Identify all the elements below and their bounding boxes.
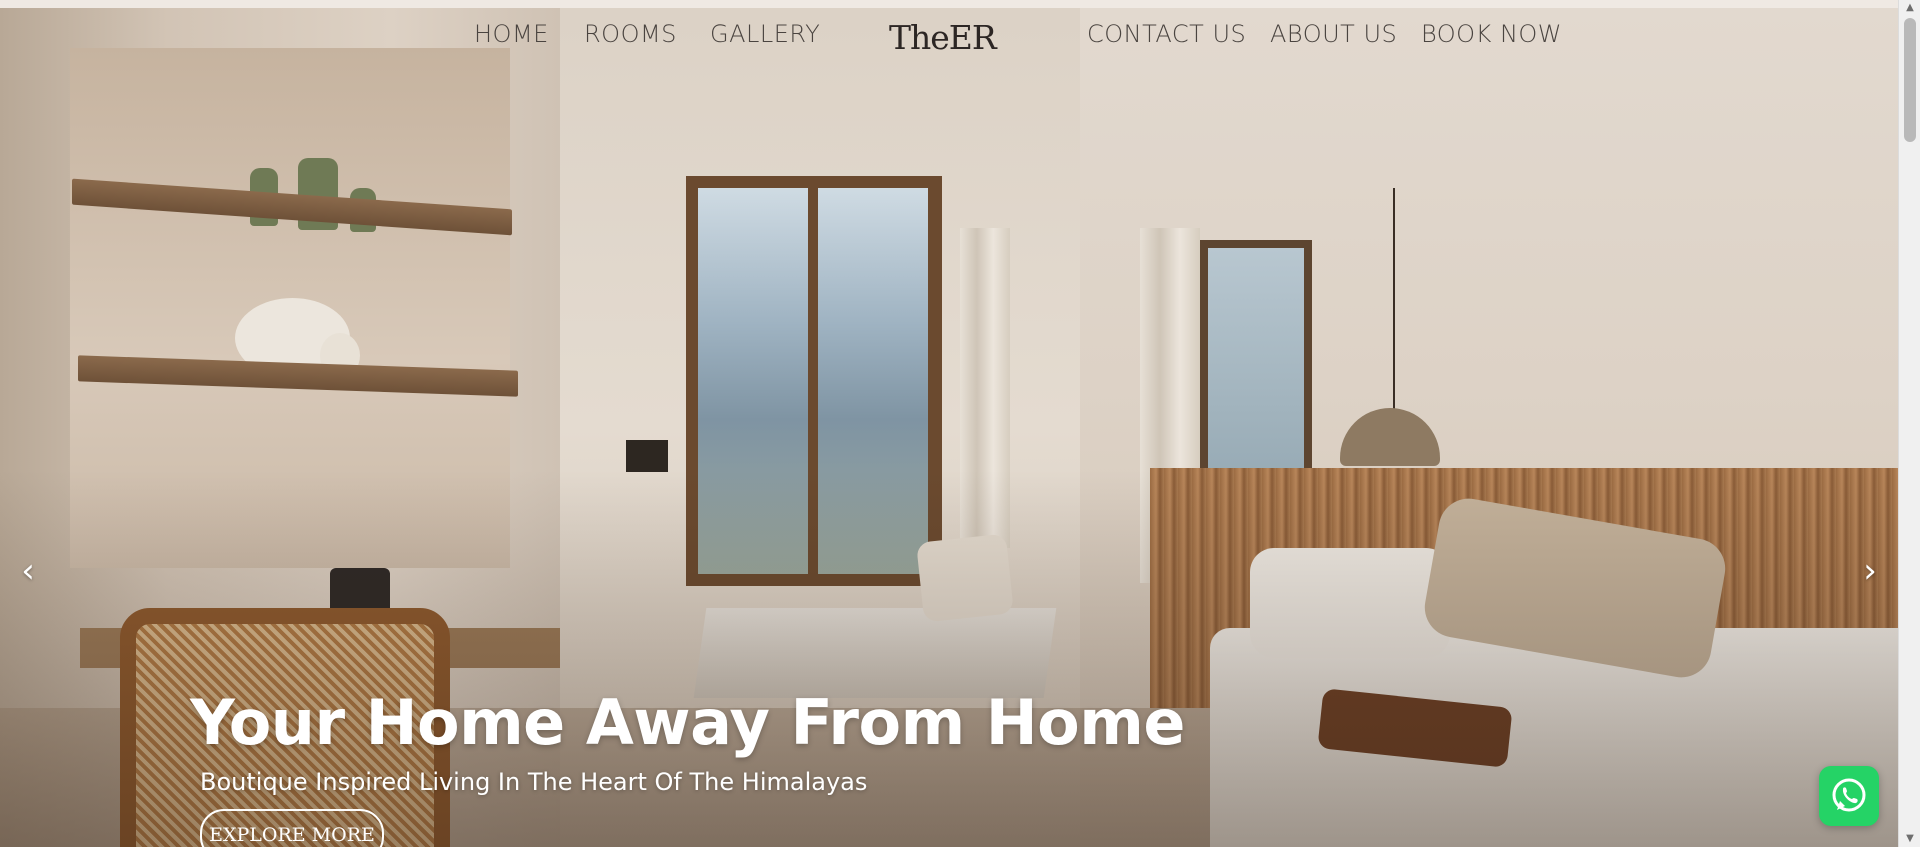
scrollbar-thumb[interactable] [1904, 18, 1916, 142]
slider-next-arrow-icon[interactable]: › [1855, 554, 1885, 588]
nav-rooms-link[interactable]: ROOMS [584, 20, 677, 48]
whatsapp-chat-button[interactable] [1819, 766, 1879, 826]
nav-home-link[interactable]: HOME [474, 20, 549, 48]
slider-prev-arrow-icon[interactable]: ‹ [13, 554, 43, 588]
site-logo[interactable]: TheER [889, 18, 997, 57]
nav-gallery-link[interactable]: GALLERY [710, 20, 820, 48]
nav-about-link[interactable]: ABOUT US [1270, 20, 1397, 48]
hero-subtitle: Boutique Inspired Living In The Heart Of… [200, 768, 868, 796]
scroll-up-arrow-icon[interactable]: ▲ [1899, 0, 1920, 16]
nav-contact-link[interactable]: CONTACT US [1087, 20, 1246, 48]
hero-title: Your Home Away From Home [190, 686, 1185, 759]
whatsapp-icon [1832, 778, 1866, 812]
page-scrollbar[interactable]: ▲ ▼ [1898, 0, 1920, 847]
top-strip [0, 0, 1898, 8]
nav-book-now-link[interactable]: BOOK NOW [1421, 20, 1562, 48]
explore-more-button[interactable]: EXPLORE MORE [200, 809, 384, 847]
scroll-down-arrow-icon[interactable]: ▼ [1899, 831, 1920, 847]
